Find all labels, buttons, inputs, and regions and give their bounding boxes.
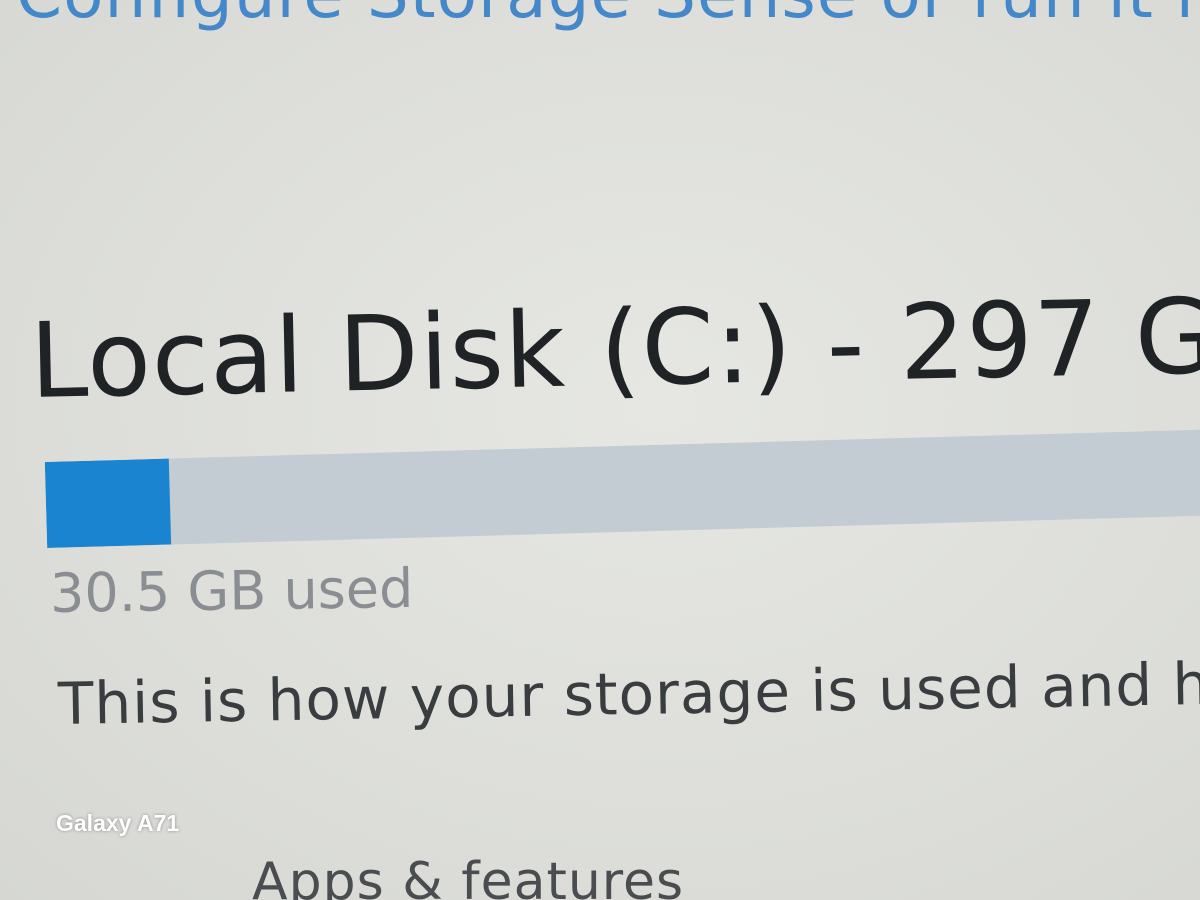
storage-description: This is how your storage is used and how	[57, 648, 1200, 738]
screen: Configure Storage Sense or run it now Lo…	[0, 0, 1200, 900]
disk-usage-bar-fill	[44, 458, 171, 548]
disk-usage-bar[interactable]	[44, 428, 1200, 548]
disk-title: Local Disk (C:) - 297 GB	[28, 273, 1200, 422]
camera-watermark: Galaxy A71	[56, 810, 180, 836]
apps-features-link[interactable]: Apps & features	[252, 852, 684, 900]
configure-storage-sense-link[interactable]: Configure Storage Sense or run it now	[16, 0, 1200, 33]
disk-used-label: 30.5 GB used	[49, 556, 414, 625]
